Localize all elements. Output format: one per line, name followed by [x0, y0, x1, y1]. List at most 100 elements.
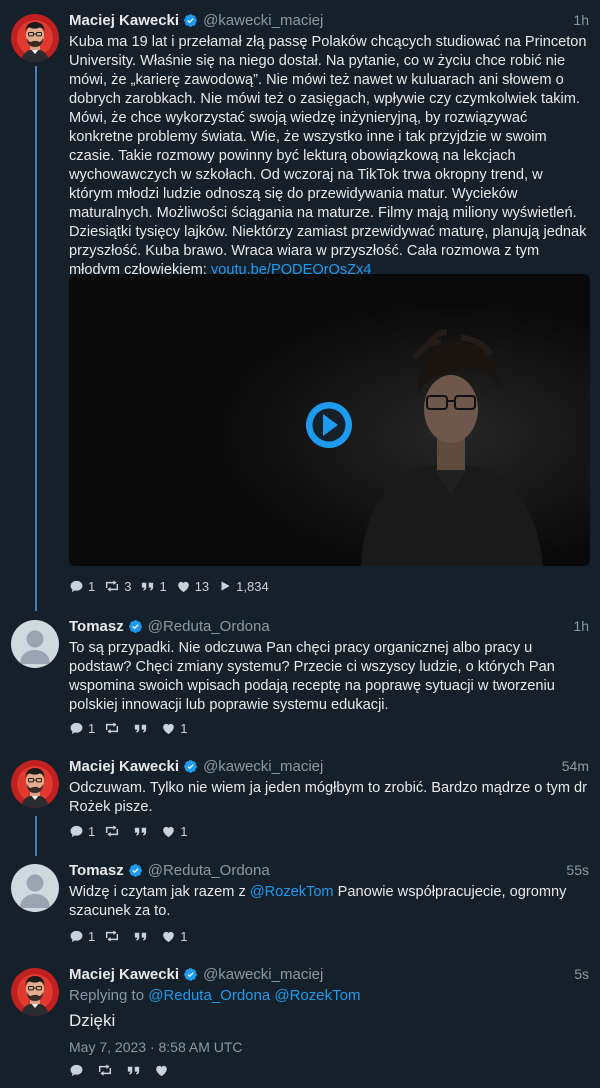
reply-button[interactable]: [69, 1063, 88, 1078]
reply-count: 1: [88, 928, 96, 944]
thread-line: [35, 816, 37, 856]
thread-line: [35, 66, 37, 611]
tweet-time[interactable]: 5s: [574, 966, 589, 982]
tweet-header: Tomasz @Reduta_Ordona 1h: [69, 616, 589, 636]
retweet-icon: [104, 928, 120, 944]
quote-button[interactable]: [126, 1063, 145, 1078]
like-button[interactable]: 1: [161, 721, 187, 736]
like-button[interactable]: 1: [161, 824, 187, 839]
views-button[interactable]: 1,834: [218, 579, 269, 594]
tweet-actions: 1 3 1 13 1,834: [69, 578, 278, 594]
verified-icon: [183, 967, 198, 982]
verified-icon: [128, 619, 143, 634]
author-handle[interactable]: @kawecki_maciej: [203, 12, 323, 29]
avatar[interactable]: [11, 968, 59, 1016]
tweet-time[interactable]: 1h: [573, 12, 589, 28]
author-handle[interactable]: @Reduta_Ordona: [148, 862, 270, 879]
tweet-time[interactable]: 54m: [562, 758, 589, 774]
retweet-button[interactable]: [104, 823, 124, 839]
tweet-actions: 1 1: [69, 720, 196, 736]
replying-to: Replying to @Reduta_Ordona @RozekTom: [69, 987, 589, 1004]
quote-icon: [126, 1063, 141, 1078]
tweet-time[interactable]: 1h: [573, 618, 589, 634]
avatar[interactable]: [11, 760, 59, 808]
like-count: 13: [194, 578, 210, 594]
avatar[interactable]: [11, 864, 59, 912]
tweet-text-part: Widzę i czytam jak razem z: [69, 884, 250, 900]
mention-link[interactable]: @RozekTom: [250, 884, 334, 900]
tweet-header: Tomasz @Reduta_Ordona 55s: [69, 860, 589, 880]
reply-icon: [69, 579, 84, 594]
tweet-actions: 1 1: [69, 928, 196, 944]
reply-button[interactable]: 1: [69, 579, 95, 594]
retweet-button[interactable]: [104, 720, 124, 736]
verified-icon: [183, 13, 198, 28]
like-count: 1: [180, 823, 188, 839]
tweet-time[interactable]: 55s: [566, 862, 589, 878]
tweet-text: Dzięki: [69, 1011, 116, 1030]
retweet-button[interactable]: [104, 928, 124, 944]
views-icon: [218, 579, 232, 593]
like-button[interactable]: 13: [176, 579, 209, 594]
quote-icon: [133, 824, 148, 839]
author-name[interactable]: Tomasz: [69, 618, 124, 635]
author-handle[interactable]: @kawecki_maciej: [203, 758, 323, 775]
quote-icon: [133, 929, 148, 944]
avatar[interactable]: [11, 620, 59, 668]
author-name[interactable]: Maciej Kawecki: [69, 966, 179, 983]
reply-icon: [69, 721, 84, 736]
reply-icon: [69, 1063, 84, 1078]
author-name[interactable]: Maciej Kawecki: [69, 758, 179, 775]
tweet-header: Maciej Kawecki @kawecki_maciej 5s: [69, 964, 589, 984]
reply-icon: [69, 824, 84, 839]
reply-count: 1: [88, 578, 96, 594]
quote-icon: [133, 721, 148, 736]
author-handle[interactable]: @kawecki_maciej: [203, 966, 323, 983]
mention-link[interactable]: @RozekTom: [274, 987, 360, 1004]
quote-button[interactable]: [133, 824, 152, 839]
retweet-icon: [97, 1062, 113, 1078]
like-icon: [176, 579, 191, 594]
quote-button[interactable]: [133, 721, 152, 736]
like-icon: [161, 929, 176, 944]
like-button[interactable]: [154, 1063, 173, 1078]
tweet-text: Odczuwam. Tylko nie wiem ja jeden mógłby…: [69, 780, 588, 815]
quote-button[interactable]: 1: [140, 578, 167, 594]
reply-button[interactable]: 1: [69, 929, 95, 944]
reply-count: 1: [88, 720, 96, 736]
video-player[interactable]: [69, 274, 590, 566]
tweet-header: Maciej Kawecki @kawecki_maciej 1h: [69, 10, 589, 30]
tweet-text: Widzę i czytam jak razem z @RozekTom Pan…: [69, 883, 589, 921]
author-name[interactable]: Maciej Kawecki: [69, 12, 179, 29]
tweet-text: Kuba ma 19 lat i przełamał złą passę Pol…: [69, 33, 589, 280]
mention-link[interactable]: @Reduta_Ordona: [148, 987, 270, 1004]
quote-icon: [140, 579, 155, 594]
quote-button[interactable]: [133, 929, 152, 944]
avatar[interactable]: [11, 14, 59, 62]
like-icon: [154, 1063, 169, 1078]
author-handle[interactable]: @Reduta_Ordona: [148, 618, 270, 635]
tweet-actions: 1 1: [69, 823, 196, 839]
retweet-button[interactable]: 3: [104, 578, 131, 594]
reply-count: 1: [88, 823, 96, 839]
reply-button[interactable]: 1: [69, 824, 95, 839]
verified-icon: [128, 863, 143, 878]
quote-count: 1: [159, 578, 167, 594]
like-button[interactable]: 1: [161, 929, 187, 944]
tweet-date[interactable]: May 7, 2023 · 8:58 AM UTC: [69, 1039, 589, 1055]
like-count: 1: [180, 928, 188, 944]
retweet-icon: [104, 720, 120, 736]
play-icon[interactable]: [304, 400, 354, 450]
retweet-button[interactable]: [97, 1062, 117, 1078]
tweet-text-body: Kuba ma 19 lat i przełamał złą passę Pol…: [69, 34, 587, 278]
retweet-count: 3: [124, 578, 132, 594]
views-count: 1,834: [236, 578, 269, 594]
like-icon: [161, 824, 176, 839]
like-count: 1: [180, 720, 188, 736]
tweet-actions: [69, 1062, 182, 1078]
verified-icon: [183, 759, 198, 774]
reply-button[interactable]: 1: [69, 721, 95, 736]
author-name[interactable]: Tomasz: [69, 862, 124, 879]
retweet-icon: [104, 823, 120, 839]
tweet-header: Maciej Kawecki @kawecki_maciej 54m: [69, 756, 589, 776]
